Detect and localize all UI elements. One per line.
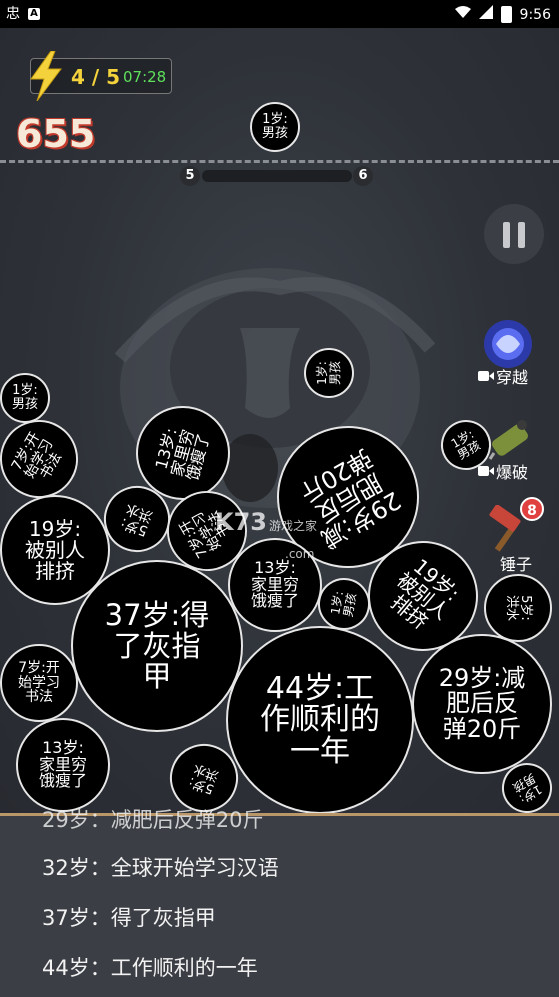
life-ball-label: 19岁: 被别人 排挤 bbox=[25, 516, 85, 583]
signal-icon bbox=[478, 5, 493, 24]
energy-panel: 4 / 5 07:28 bbox=[30, 51, 172, 101]
history-item-partial: 29岁：减肥后反弹20斤 bbox=[42, 808, 264, 832]
level-progress-track bbox=[202, 170, 352, 182]
life-ball-label: 1岁: 男孩 bbox=[261, 112, 288, 141]
life-ball-label: 44岁:工 作顺利的 一年 bbox=[260, 670, 380, 769]
life-ball-label: 1岁: 男孩 bbox=[328, 589, 359, 619]
life-ball[interactable]: 7岁:开 始学习 书法 bbox=[0, 644, 78, 722]
history-item: 44岁：工作顺利的一年 bbox=[42, 956, 258, 980]
lightning-bolt-icon bbox=[30, 51, 62, 101]
app-notification-icon: 忠 bbox=[6, 6, 20, 22]
bomb-tool-label: 爆破 bbox=[496, 463, 529, 482]
level-next: 6 bbox=[353, 166, 373, 186]
hammer-tool-label: 锤子 bbox=[500, 555, 533, 574]
life-ball-label: 5岁: 洪水 bbox=[504, 594, 533, 621]
life-ball[interactable]: 5岁: 洪水 bbox=[484, 574, 552, 642]
warp-tool-label: 穿越 bbox=[496, 368, 529, 387]
life-ball-label: 13岁: 家里穷 饿瘦了 bbox=[151, 425, 214, 483]
life-ball-label: 29岁:减 肥后反 弹20斤 bbox=[438, 664, 526, 743]
life-ball-label: 13岁: 家里穷 饿瘦了 bbox=[38, 737, 87, 791]
life-ball-label: 19岁: 被别人 排挤 bbox=[386, 553, 465, 634]
wifi-icon bbox=[454, 5, 471, 24]
battery-icon bbox=[500, 6, 512, 23]
life-ball-label: 5岁: 洪水 bbox=[118, 500, 156, 539]
life-ball-label: 5岁: 洪水 bbox=[186, 760, 222, 797]
status-time: 9:56 bbox=[519, 6, 551, 23]
life-ball[interactable]: 29岁:减 肥后反 弹20斤 bbox=[412, 634, 552, 774]
life-ball[interactable]: 37岁:得 了灰指甲 bbox=[71, 560, 243, 732]
history-panel: 29岁：减肥后反弹20斤 32岁：全球开始学习汉语 37岁：得了灰指甲 44岁：… bbox=[0, 808, 559, 997]
video-ad-icon bbox=[478, 371, 494, 381]
level-current: 5 bbox=[180, 166, 200, 186]
status-bar: 忠 A 9:56 bbox=[0, 0, 559, 28]
life-ball-label: 1岁: 男孩 bbox=[510, 770, 545, 806]
top-limit-line bbox=[0, 160, 559, 163]
energy-timer: 07:28 bbox=[123, 68, 167, 86]
life-ball[interactable]: 44岁:工 作顺利的 一年 bbox=[226, 626, 414, 813]
life-ball[interactable]: 1岁: 男孩 bbox=[0, 373, 50, 423]
life-ball[interactable]: 1岁: 男孩 bbox=[304, 348, 354, 398]
life-ball-label: 1岁: 男孩 bbox=[11, 383, 38, 412]
level-progress: 5 6 bbox=[180, 166, 375, 186]
game-board[interactable]: 4 / 5 07:28 655 5 6 穿越 爆破 8 锤子 1岁: 男孩 1岁… bbox=[0, 28, 559, 813]
life-ball-label: 7岁:开 始学习 书法 bbox=[8, 429, 66, 483]
k73-watermark: K73 游戏之家 .com bbox=[215, 508, 318, 561]
history-item: 37岁：得了灰指甲 bbox=[42, 906, 216, 930]
life-ball-label: 7岁:开 始学习 书法 bbox=[18, 659, 60, 706]
life-ball-label: 13岁: 家里穷 饿瘦了 bbox=[250, 557, 299, 611]
life-ball-label: 1岁: 男孩 bbox=[448, 427, 483, 463]
video-ad-icon bbox=[478, 466, 494, 476]
life-ball[interactable]: 13岁: 家里穷 饿瘦了 bbox=[16, 718, 110, 812]
pause-icon bbox=[503, 222, 510, 248]
pause-button[interactable] bbox=[484, 204, 544, 264]
life-ball-label: 1岁: 男孩 bbox=[315, 361, 342, 386]
hammer-count-badge: 8 bbox=[520, 497, 544, 521]
history-item: 32岁：全球开始学习汉语 bbox=[42, 856, 279, 880]
score: 655 bbox=[16, 112, 96, 156]
life-ball-label: 37岁:得 了灰指甲 bbox=[104, 598, 210, 694]
portal-icon bbox=[484, 320, 532, 368]
life-ball[interactable]: 1岁: 男孩 bbox=[250, 102, 300, 152]
a-notification-icon: A bbox=[28, 8, 40, 20]
energy-count: 4 / 5 bbox=[71, 65, 121, 89]
